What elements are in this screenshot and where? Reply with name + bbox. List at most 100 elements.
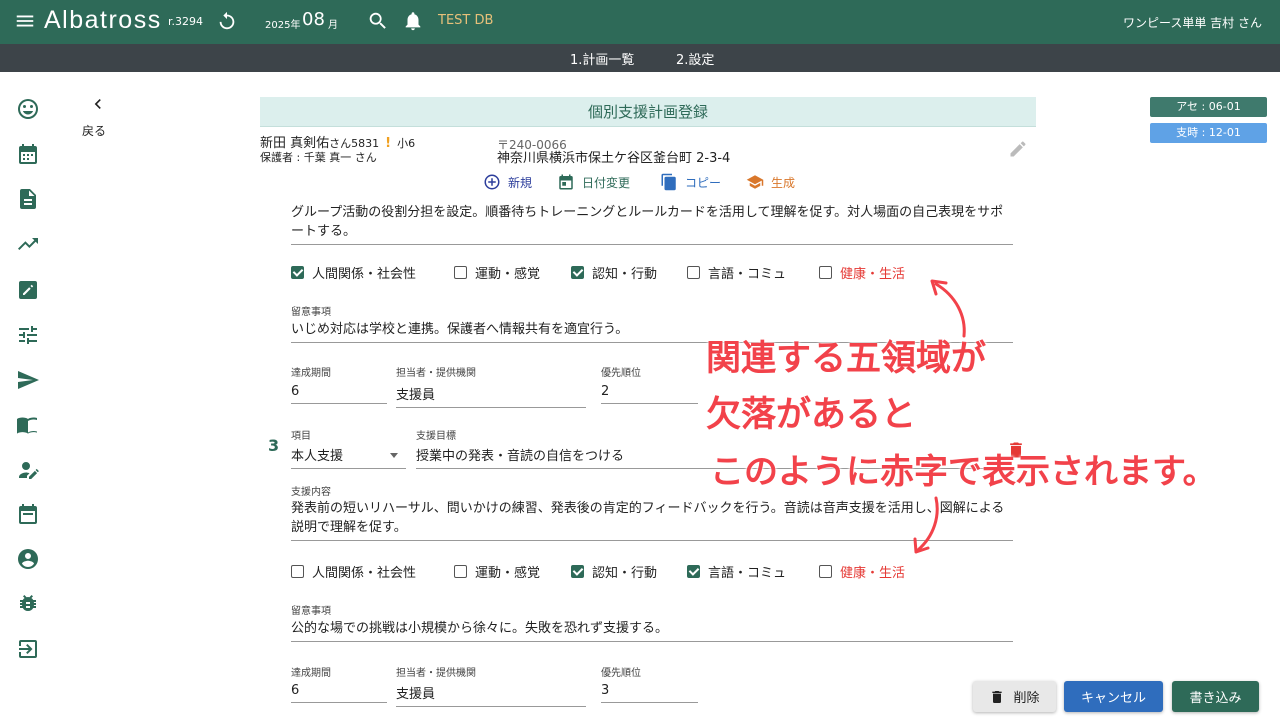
checkbox-motor[interactable]: 運動・感覚 [454,263,540,282]
checkbox-box[interactable] [687,565,700,578]
edit-note-icon[interactable] [16,278,40,302]
pencil-icon[interactable] [1008,139,1028,159]
annotation-line-2: 欠落があると [706,395,917,435]
period-field-item3[interactable]: 6 [291,683,387,703]
generate-label: 生成 [771,175,796,190]
checkbox-health[interactable]: 健康・生活 [819,263,905,282]
account-circle-icon[interactable] [16,547,40,571]
checkbox-motor[interactable]: 運動・感覚 [454,562,540,581]
support-time-badge[interactable]: 支時 : 12-01 [1150,123,1267,143]
staff-field-item2[interactable]: 支援員 [396,384,586,408]
checkbox-box[interactable] [291,565,304,578]
date-change-button[interactable]: 日付変更 [557,172,630,192]
checkbox-language[interactable]: 言語・コミュ [687,562,786,581]
checkbox-box[interactable] [687,266,700,279]
checkbox-social[interactable]: 人間関係・社会性 [291,263,416,282]
add-circle-icon [484,174,500,190]
staff-field-item3[interactable]: 支援員 [396,683,586,707]
date-change-label: 日付変更 [582,175,631,190]
copy-button[interactable]: コピー [660,172,721,192]
support-content-item2[interactable]: グループ活動の役割分担を設定。順番待ちトレーニングとルールカードを活用して理解を… [291,203,1013,245]
arrow-down-annotation-icon [913,496,939,554]
tune-icon[interactable] [16,323,40,347]
period-field-item2[interactable]: 6 [291,384,387,404]
checkbox-language[interactable]: 言語・コミュ [687,263,786,282]
checkbox-label: 認知・行動 [592,566,658,581]
warning-mark: ! [385,136,392,151]
annotation-line-1: 関連する五領域が [706,339,987,379]
checkbox-box[interactable] [819,266,832,279]
delete-button[interactable]: 削除 [973,681,1056,712]
year-label: 2025年 [265,20,301,31]
logout-icon[interactable] [16,637,40,661]
checkbox-label: 健康・生活 [840,267,906,282]
notes-field-item3[interactable]: 公的な場での挑戦は小規模から徐々に。失敗を恐れず支援する。 [291,619,1013,642]
save-button[interactable]: 書き込み [1172,681,1259,712]
annotation-line-3: このように赤字で表示されます。 [710,452,1217,492]
checkbox-box[interactable] [571,266,584,279]
nav-bar: 1.計画一覧 2.設定 [0,44,1280,72]
checkbox-label: 運動・感覚 [475,267,541,282]
page-title: 個別支援計画登録 [260,97,1036,127]
calendar-icon[interactable] [16,142,40,166]
nav-plan-list[interactable]: 1.計画一覧 [570,49,634,68]
priority-field-item2[interactable]: 2 [601,384,698,404]
new-button[interactable]: 新規 [483,172,532,192]
checkbox-label: 人間関係・社会性 [312,267,417,282]
notes-label: 留意事項 [291,307,331,318]
notes-label: 留意事項 [291,606,331,617]
revision-label: r.3294 [168,15,204,28]
trash-icon [992,690,1003,703]
checkbox-cognitive[interactable]: 認知・行動 [571,562,657,581]
support-content-item3[interactable]: 発表前の短いリハーサル、問いかけの練習、発表後の肯定的フィードバックを行う。音読… [291,499,1013,541]
address: 神奈川県横浜市保土ケ谷区釜台町 2-3-4 [497,151,731,166]
category-select[interactable]: 本人支援 [291,445,406,469]
app-name: Albatross [44,6,162,34]
arrow-up-annotation-icon [930,279,966,338]
user-name[interactable]: ワンピース単単 吉村 さん [1123,14,1262,31]
book-icon[interactable] [16,413,40,437]
assessment-badge[interactable]: アセ : 06-01 [1150,97,1267,117]
bug-icon[interactable] [16,592,40,616]
menu-icon[interactable] [14,10,36,32]
priority-label: 優先順位 [601,668,641,679]
top-bar: Albatross r.3294 2025年 08 月 TEST DB ワンピー… [0,0,1280,44]
checkbox-box[interactable] [819,565,832,578]
search-icon[interactable] [367,10,389,32]
person-edit-icon[interactable] [16,458,40,482]
bell-icon[interactable] [402,10,424,32]
child-grade: 小6 [397,137,416,150]
category-label: 項目 [291,431,311,442]
checkbox-box[interactable] [571,565,584,578]
generate-button[interactable]: 生成 [746,172,795,192]
checkbox-cognitive[interactable]: 認知・行動 [571,263,657,282]
smiley-icon[interactable] [16,97,40,121]
document-icon[interactable] [16,187,40,211]
month-selector[interactable]: 08 [302,9,325,30]
checkbox-social[interactable]: 人間関係・社会性 [291,562,416,581]
month-suffix: 月 [328,20,338,31]
checkbox-box[interactable] [291,266,304,279]
trending-icon[interactable] [16,232,40,256]
period-label: 達成期間 [291,368,331,379]
nav-settings[interactable]: 2.設定 [676,49,714,68]
priority-label: 優先順位 [601,368,641,379]
checkbox-health[interactable]: 健康・生活 [819,562,905,581]
checkbox-label: 運動・感覚 [475,566,541,581]
chevron-left-icon[interactable] [88,94,108,114]
checkbox-label: 認知・行動 [592,267,658,282]
send-icon[interactable] [16,368,40,392]
back-link[interactable]: 戻る [82,122,106,139]
checkbox-box[interactable] [454,266,467,279]
checkbox-label: 健康・生活 [840,566,906,581]
checkbox-box[interactable] [454,565,467,578]
refresh-icon[interactable] [216,10,238,32]
guardian-name: 保護者 : 千葉 真一 さん [260,151,377,164]
priority-field-item3[interactable]: 3 [601,683,698,703]
event-icon[interactable] [16,502,40,526]
chevron-down-icon[interactable] [390,453,398,458]
new-label: 新規 [508,175,533,190]
period-label: 達成期間 [291,668,331,679]
cancel-button[interactable]: キャンセル [1064,681,1163,712]
goal-label: 支援目標 [416,431,456,442]
